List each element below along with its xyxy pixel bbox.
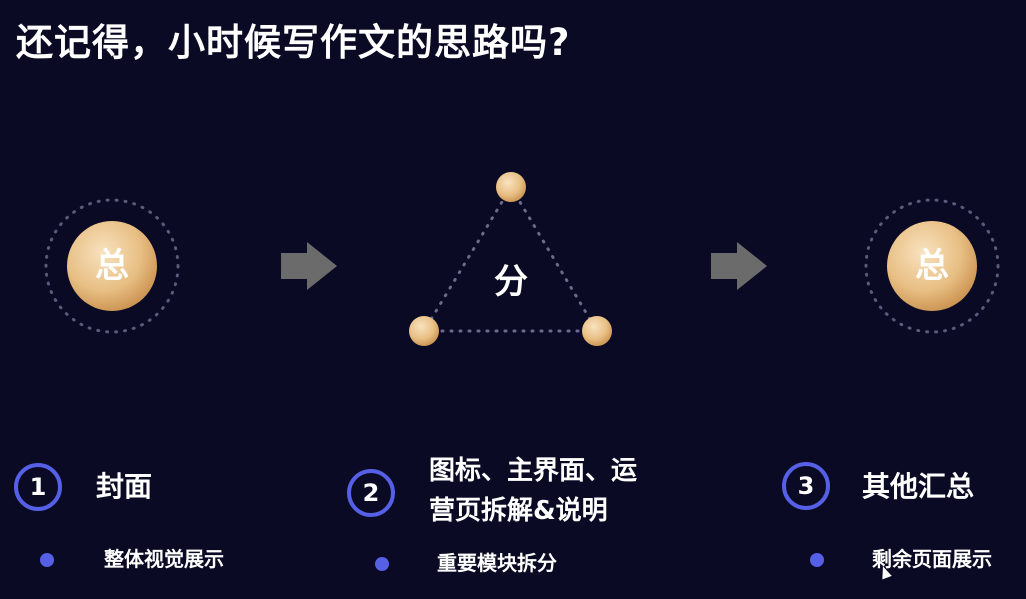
step-1-title: 封面 [96,470,153,503]
middle-node-label: 分 [494,262,528,302]
step-3-number: 3 [782,462,830,510]
step-3-bullet [810,553,824,567]
flow-diagram [44,172,1000,346]
step-1-number: 1 [14,463,62,511]
step-1-subtitle: 整体视觉展示 [104,547,224,571]
right-node-label: 总 [915,246,949,286]
arrow-right-icon [711,242,767,290]
step-2-title-line1: 图标、主界面、运 [429,456,638,486]
step-1-bullet [40,553,54,567]
step-2-subtitle: 重要模块拆分 [437,551,557,575]
step-2-number: 2 [347,469,395,517]
left-dot [409,316,439,346]
right-dot [582,316,612,346]
step-2-title-line2: 营页拆解&说明 [429,496,608,526]
top-dot [496,172,526,202]
arrow-right-icon [281,242,337,290]
left-node-label: 总 [95,246,129,286]
step-3-subtitle: 剩余页面展示 [872,547,992,571]
split-triangle [422,185,599,333]
step-2-bullet [375,557,389,571]
step-3-title: 其他汇总 [862,470,975,503]
